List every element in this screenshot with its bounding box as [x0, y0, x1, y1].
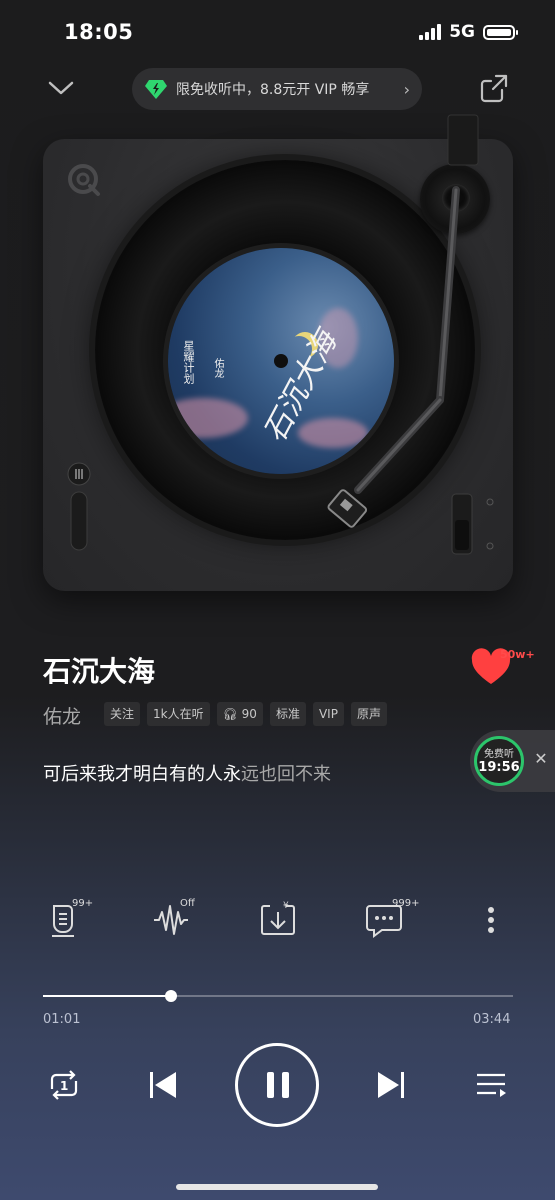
lyric-sung: 可后来我才明白有的人永	[43, 764, 241, 785]
free-listen-time: 19:56	[478, 760, 520, 775]
audio-quality-tag[interactable]: 标准	[269, 702, 306, 726]
download-icon[interactable]: ¥	[256, 898, 300, 942]
headphone-quality-tag[interactable]: 🎧︎ 90	[216, 702, 263, 726]
comment-badge: 999+	[392, 898, 420, 909]
current-time: 01:01	[43, 1012, 81, 1027]
album-art-artist: 佑龙	[212, 358, 223, 378]
follow-button[interactable]: 关注	[104, 702, 141, 726]
collapse-chevron-icon[interactable]	[46, 76, 76, 100]
playlist-icon[interactable]	[474, 1068, 508, 1102]
record-spindle	[274, 354, 288, 368]
tonearm	[327, 114, 479, 528]
headphone-quality-value: 90	[241, 707, 257, 721]
power-switch	[451, 493, 494, 555]
speed-knob	[67, 462, 91, 551]
svg-text:¥: ¥	[283, 901, 289, 911]
vip-tag[interactable]: VIP	[312, 702, 344, 726]
free-listen-label: 免费听	[484, 749, 514, 760]
current-lyric[interactable]: 可后来我才明白有的人永远也回不来	[43, 760, 331, 786]
pause-button[interactable]	[235, 1043, 319, 1127]
status-time: 18:05	[64, 20, 134, 44]
progress-fill	[43, 995, 171, 997]
song-title: 石沉大海	[43, 655, 156, 688]
album-series: 星耀计划	[182, 340, 195, 384]
promo-text: 限免收听中，8.8元开 VIP 畅享	[176, 82, 370, 98]
lyric-unsung: 远也回不来	[241, 764, 331, 785]
previous-icon[interactable]	[146, 1068, 180, 1102]
like-count: 50w+	[500, 648, 535, 661]
more-icon[interactable]	[469, 898, 513, 942]
lyrics-badge: 99+	[72, 898, 94, 909]
status-indicators: 5G	[419, 22, 518, 42]
repeat-one-icon[interactable]: 1	[46, 1067, 82, 1103]
sound-effect-badge: Off	[180, 898, 195, 909]
original-tag[interactable]: 原声	[350, 702, 387, 726]
pause-icon	[267, 1072, 289, 1098]
qq-music-logo-icon	[68, 164, 100, 196]
signal-icon	[419, 24, 442, 40]
chevron-right-icon: ›	[403, 79, 410, 99]
network-type: 5G	[449, 22, 475, 42]
battery-icon	[483, 24, 518, 40]
tag-list: 关注 1k人在听 🎧︎ 90 标准 VIP 原声	[104, 702, 387, 726]
close-icon[interactable]: ✕	[532, 750, 550, 768]
artist-name[interactable]: 佑龙	[43, 702, 81, 729]
listeners-tag[interactable]: 1k人在听	[147, 702, 210, 726]
progress-thumb[interactable]	[165, 990, 177, 1002]
next-icon[interactable]	[374, 1068, 408, 1102]
home-indicator	[176, 1184, 378, 1190]
vip-promo-banner[interactable]: 限免收听中，8.8元开 VIP 畅享 ›	[132, 68, 422, 110]
diamond-icon	[145, 80, 167, 99]
share-icon[interactable]	[478, 72, 510, 104]
headphones-icon: 🎧︎	[222, 707, 238, 721]
total-time: 03:44	[473, 1012, 511, 1027]
svg-text:1: 1	[60, 1079, 68, 1093]
